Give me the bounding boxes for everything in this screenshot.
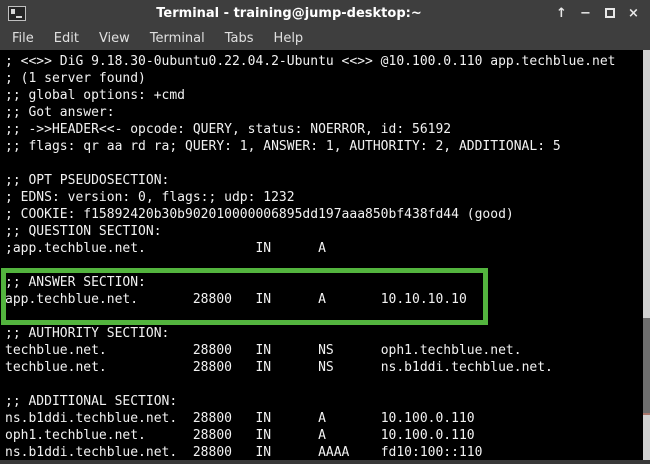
window-bottom-border: [0, 460, 650, 464]
window-controls: ↑ − ×: [552, 3, 650, 23]
shade-icon: ↑: [556, 6, 567, 21]
close-button[interactable]: ×: [624, 3, 643, 23]
maximize-icon: [605, 8, 615, 18]
terminal-icon-cursor: [16, 16, 22, 18]
menu-file[interactable]: File: [2, 28, 44, 49]
terminal-icon-prompt: [11, 9, 15, 14]
shade-button[interactable]: ↑: [552, 3, 571, 23]
minimize-icon: −: [580, 6, 591, 21]
menu-edit[interactable]: Edit: [44, 28, 89, 49]
minimize-button[interactable]: −: [576, 3, 595, 23]
scrollbar-mark: [643, 413, 650, 415]
terminal-output: ; <<>> DiG 9.18.30-0ubuntu0.22.04.2-Ubun…: [0, 50, 650, 460]
close-icon: ×: [628, 6, 639, 21]
menubar: File Edit View Terminal Tabs Help: [0, 26, 650, 50]
window-title: Terminal - training@jump-desktop:~: [26, 6, 552, 21]
menu-terminal[interactable]: Terminal: [140, 28, 215, 49]
titlebar[interactable]: Terminal - training@jump-desktop:~ ↑ − ×: [0, 0, 650, 26]
maximize-button[interactable]: [600, 3, 619, 23]
scrollbar-thumb[interactable]: [643, 318, 650, 413]
menu-view[interactable]: View: [89, 28, 140, 49]
terminal-app-icon: [8, 6, 26, 21]
terminal-viewport[interactable]: ; <<>> DiG 9.18.30-0ubuntu0.22.04.2-Ubun…: [0, 50, 650, 460]
scrollbar-track[interactable]: [643, 50, 650, 460]
menu-help[interactable]: Help: [264, 28, 314, 49]
menu-tabs[interactable]: Tabs: [215, 28, 264, 49]
